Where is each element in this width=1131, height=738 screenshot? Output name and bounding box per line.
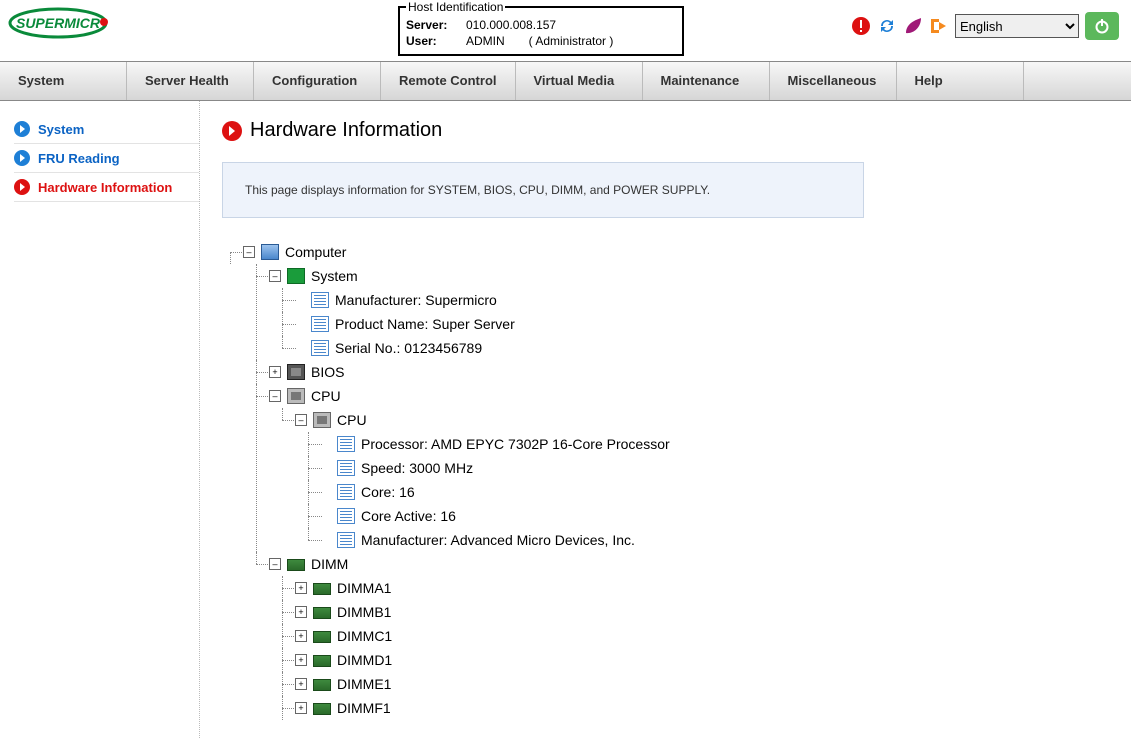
tree-node-dimma1[interactable]: +DIMMA1 — [300, 576, 1109, 600]
tree-leaf-core: Core: 16 — [326, 480, 1109, 504]
tree-node-dimmd1[interactable]: +DIMMD1 — [300, 648, 1109, 672]
nav-miscellaneous[interactable]: Miscellaneous — [770, 62, 897, 100]
arrow-right-icon — [222, 121, 242, 141]
expand-icon[interactable]: + — [269, 366, 281, 378]
sidebar-item-label: System — [38, 122, 84, 137]
dimm-icon — [287, 559, 305, 571]
dimm-icon — [313, 655, 331, 667]
tree-node-cpu[interactable]: – CPU — [274, 384, 1109, 408]
sidebar-item-label: Hardware Information — [38, 180, 172, 195]
property-icon — [337, 508, 355, 524]
user-role-note: ( Administrator ) — [529, 34, 614, 48]
nav-remote-control[interactable]: Remote Control — [381, 62, 516, 100]
expand-icon[interactable]: + — [295, 654, 307, 666]
power-button[interactable] — [1085, 12, 1119, 40]
tree-node-dimmc1[interactable]: +DIMMC1 — [300, 624, 1109, 648]
computer-icon — [261, 244, 279, 260]
property-icon — [311, 292, 329, 308]
nav-server-health[interactable]: Server Health — [127, 62, 254, 100]
server-value: 010.000.008.157 — [466, 18, 556, 32]
nav-system[interactable]: System — [0, 62, 127, 100]
collapse-icon[interactable]: – — [269, 390, 281, 402]
property-icon — [337, 484, 355, 500]
tree-node-cpu-sub[interactable]: – CPU — [300, 408, 1109, 432]
leaf-icon[interactable] — [903, 16, 923, 36]
page-description: This page displays information for SYSTE… — [222, 162, 864, 218]
expand-icon[interactable]: + — [295, 630, 307, 642]
nav-help[interactable]: Help — [897, 62, 1024, 100]
tree-node-dimm[interactable]: – DIMM — [274, 552, 1109, 576]
expand-icon[interactable]: + — [295, 606, 307, 618]
tree-leaf-product-name: Product Name: Super Server — [300, 312, 1109, 336]
main-nav: System Server Health Configuration Remot… — [0, 61, 1131, 101]
tree-leaf-cpu-manufacturer: Manufacturer: Advanced Micro Devices, In… — [326, 528, 1109, 552]
language-select[interactable]: English — [955, 14, 1079, 38]
tree-leaf-speed: Speed: 3000 MHz — [326, 456, 1109, 480]
refresh-icon[interactable] — [877, 16, 897, 36]
dimm-icon — [313, 583, 331, 595]
tree-node-dimmf1[interactable]: +DIMMF1 — [300, 696, 1109, 720]
logout-icon[interactable] — [929, 16, 949, 36]
hardware-tree: – Computer – System Manufactur — [222, 240, 1109, 720]
user-label: User: — [406, 34, 460, 48]
cpu-icon — [287, 388, 305, 404]
svg-text:SUPERMICR: SUPERMICR — [16, 15, 101, 31]
host-identification-box: Host Identification Server: 010.000.008.… — [398, 0, 684, 56]
sidebar-item-label: FRU Reading — [38, 151, 120, 166]
supermicro-logo: SUPERMICR — [8, 6, 116, 40]
header: SUPERMICR Host Identification Server: 01… — [0, 0, 1131, 55]
arrow-right-icon — [14, 179, 30, 195]
collapse-icon[interactable]: – — [269, 270, 281, 282]
tree-node-system[interactable]: – System — [274, 264, 1109, 288]
dimm-icon — [313, 703, 331, 715]
bios-icon — [287, 364, 305, 380]
server-label: Server: — [406, 18, 460, 32]
cpu-icon — [313, 412, 331, 428]
tree-leaf-manufacturer: Manufacturer: Supermicro — [300, 288, 1109, 312]
property-icon — [337, 436, 355, 452]
tree-leaf-processor: Processor: AMD EPYC 7302P 16-Core Proces… — [326, 432, 1109, 456]
host-id-legend: Host Identification — [406, 0, 505, 14]
nav-configuration[interactable]: Configuration — [254, 62, 381, 100]
tree-leaf-core-active: Core Active: 16 — [326, 504, 1109, 528]
property-icon — [337, 460, 355, 476]
nav-virtual-media[interactable]: Virtual Media — [516, 62, 643, 100]
property-icon — [311, 340, 329, 356]
user-value: ADMIN — [466, 34, 505, 48]
sidebar-item-hardware-information[interactable]: Hardware Information — [14, 173, 199, 202]
header-actions: English — [851, 12, 1119, 40]
property-icon — [311, 316, 329, 332]
alert-icon[interactable] — [851, 16, 871, 36]
sidebar-item-system[interactable]: System — [14, 115, 199, 144]
collapse-icon[interactable]: – — [269, 558, 281, 570]
sidebar: System FRU Reading Hardware Information — [0, 101, 200, 738]
tree-node-dimmb1[interactable]: +DIMMB1 — [300, 600, 1109, 624]
collapse-icon[interactable]: – — [243, 246, 255, 258]
system-icon — [287, 268, 305, 284]
expand-icon[interactable]: + — [295, 582, 307, 594]
tree-leaf-serial-no: Serial No.: 0123456789 — [300, 336, 1109, 360]
tree-node-bios[interactable]: + BIOS — [274, 360, 1109, 384]
tree-node-dimme1[interactable]: +DIMME1 — [300, 672, 1109, 696]
page-title: Hardware Information — [222, 119, 1109, 142]
arrow-right-icon — [14, 150, 30, 166]
expand-icon[interactable]: + — [295, 702, 307, 714]
main-panel: Hardware Information This page displays … — [200, 101, 1131, 738]
tree-node-computer[interactable]: – Computer — [248, 240, 1109, 264]
sidebar-item-fru-reading[interactable]: FRU Reading — [14, 144, 199, 173]
property-icon — [337, 532, 355, 548]
nav-spacer — [1024, 62, 1131, 100]
collapse-icon[interactable]: – — [295, 414, 307, 426]
dimm-icon — [313, 631, 331, 643]
arrow-right-icon — [14, 121, 30, 137]
dimm-icon — [313, 679, 331, 691]
nav-maintenance[interactable]: Maintenance — [643, 62, 770, 100]
dimm-icon — [313, 607, 331, 619]
expand-icon[interactable]: + — [295, 678, 307, 690]
